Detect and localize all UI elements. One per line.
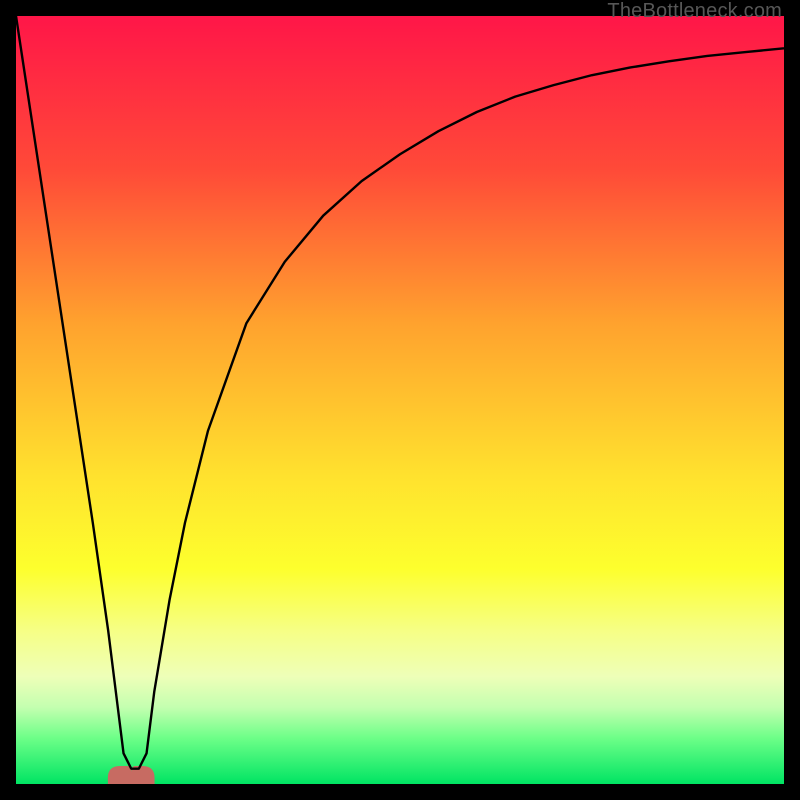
gradient-background: [16, 16, 784, 784]
plot-area: [16, 16, 784, 784]
chart-svg: [16, 16, 784, 784]
chart-container: TheBottleneck.com: [0, 0, 800, 800]
watermark-text: TheBottleneck.com: [607, 0, 782, 23]
